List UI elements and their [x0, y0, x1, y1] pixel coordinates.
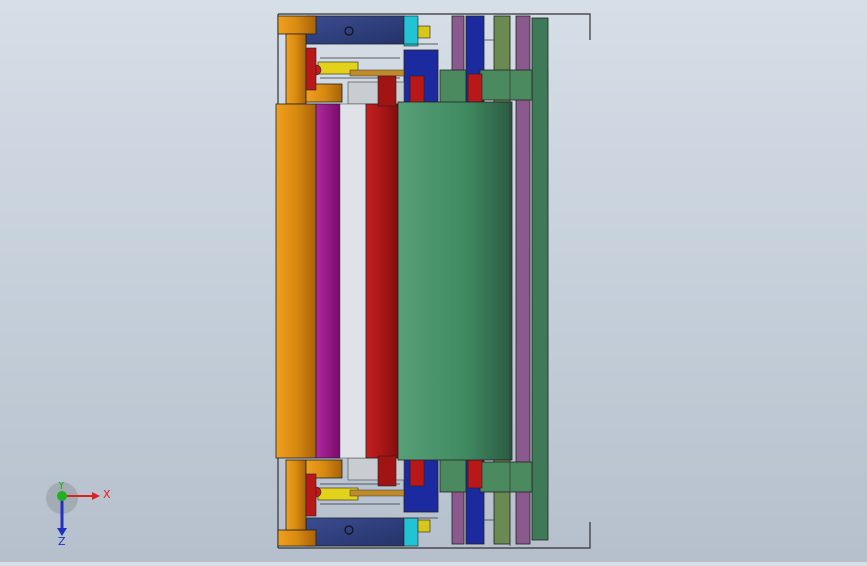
gear-icon [417, 519, 431, 533]
shaft-green-top[interactable] [439, 69, 467, 105]
shaft-orange-bottom [285, 459, 307, 531]
tensioner-bottom [305, 473, 317, 517]
roller-orange[interactable] [275, 103, 317, 459]
z-axis-label: Z [58, 535, 66, 547]
roller-assembly-drawing [275, 13, 591, 549]
end-cap-bottom[interactable] [277, 529, 317, 547]
roller-gap [339, 103, 367, 459]
motor-housing-top[interactable] [305, 15, 405, 45]
cad-viewport[interactable]: X Y Z [0, 0, 867, 562]
y-axis-label: Y [57, 482, 65, 492]
roller-magenta[interactable] [315, 103, 341, 459]
roller-green[interactable] [397, 101, 513, 461]
bracket-top-green[interactable] [479, 69, 533, 101]
x-axis-label: X [103, 488, 111, 501]
side-plate-green[interactable] [531, 17, 549, 541]
link-bar-bottom [349, 489, 405, 497]
red-hub-top [409, 75, 425, 105]
red-shaft-end-top [377, 75, 397, 107]
x-axis-head [92, 492, 100, 500]
red-hub-right-top [467, 73, 483, 103]
gear-icon [417, 25, 431, 39]
shaft-orange-top [285, 33, 307, 105]
end-cap-top[interactable] [277, 15, 317, 35]
coupling-bottom [403, 517, 419, 547]
roller-red[interactable] [365, 103, 401, 459]
motor-housing-bottom[interactable] [305, 517, 405, 547]
bracket-bottom-green[interactable] [479, 461, 533, 493]
axis-triad: X Y Z [44, 479, 114, 548]
shaft-green-bottom[interactable] [439, 457, 467, 493]
red-hub-bottom [409, 457, 425, 487]
red-hub-right-bottom [467, 459, 483, 489]
tensioner-top [305, 47, 317, 91]
coupling-top [403, 15, 419, 47]
y-axis-dot [57, 491, 67, 501]
link-bar-top [349, 69, 405, 77]
red-shaft-end-bottom [377, 455, 397, 487]
